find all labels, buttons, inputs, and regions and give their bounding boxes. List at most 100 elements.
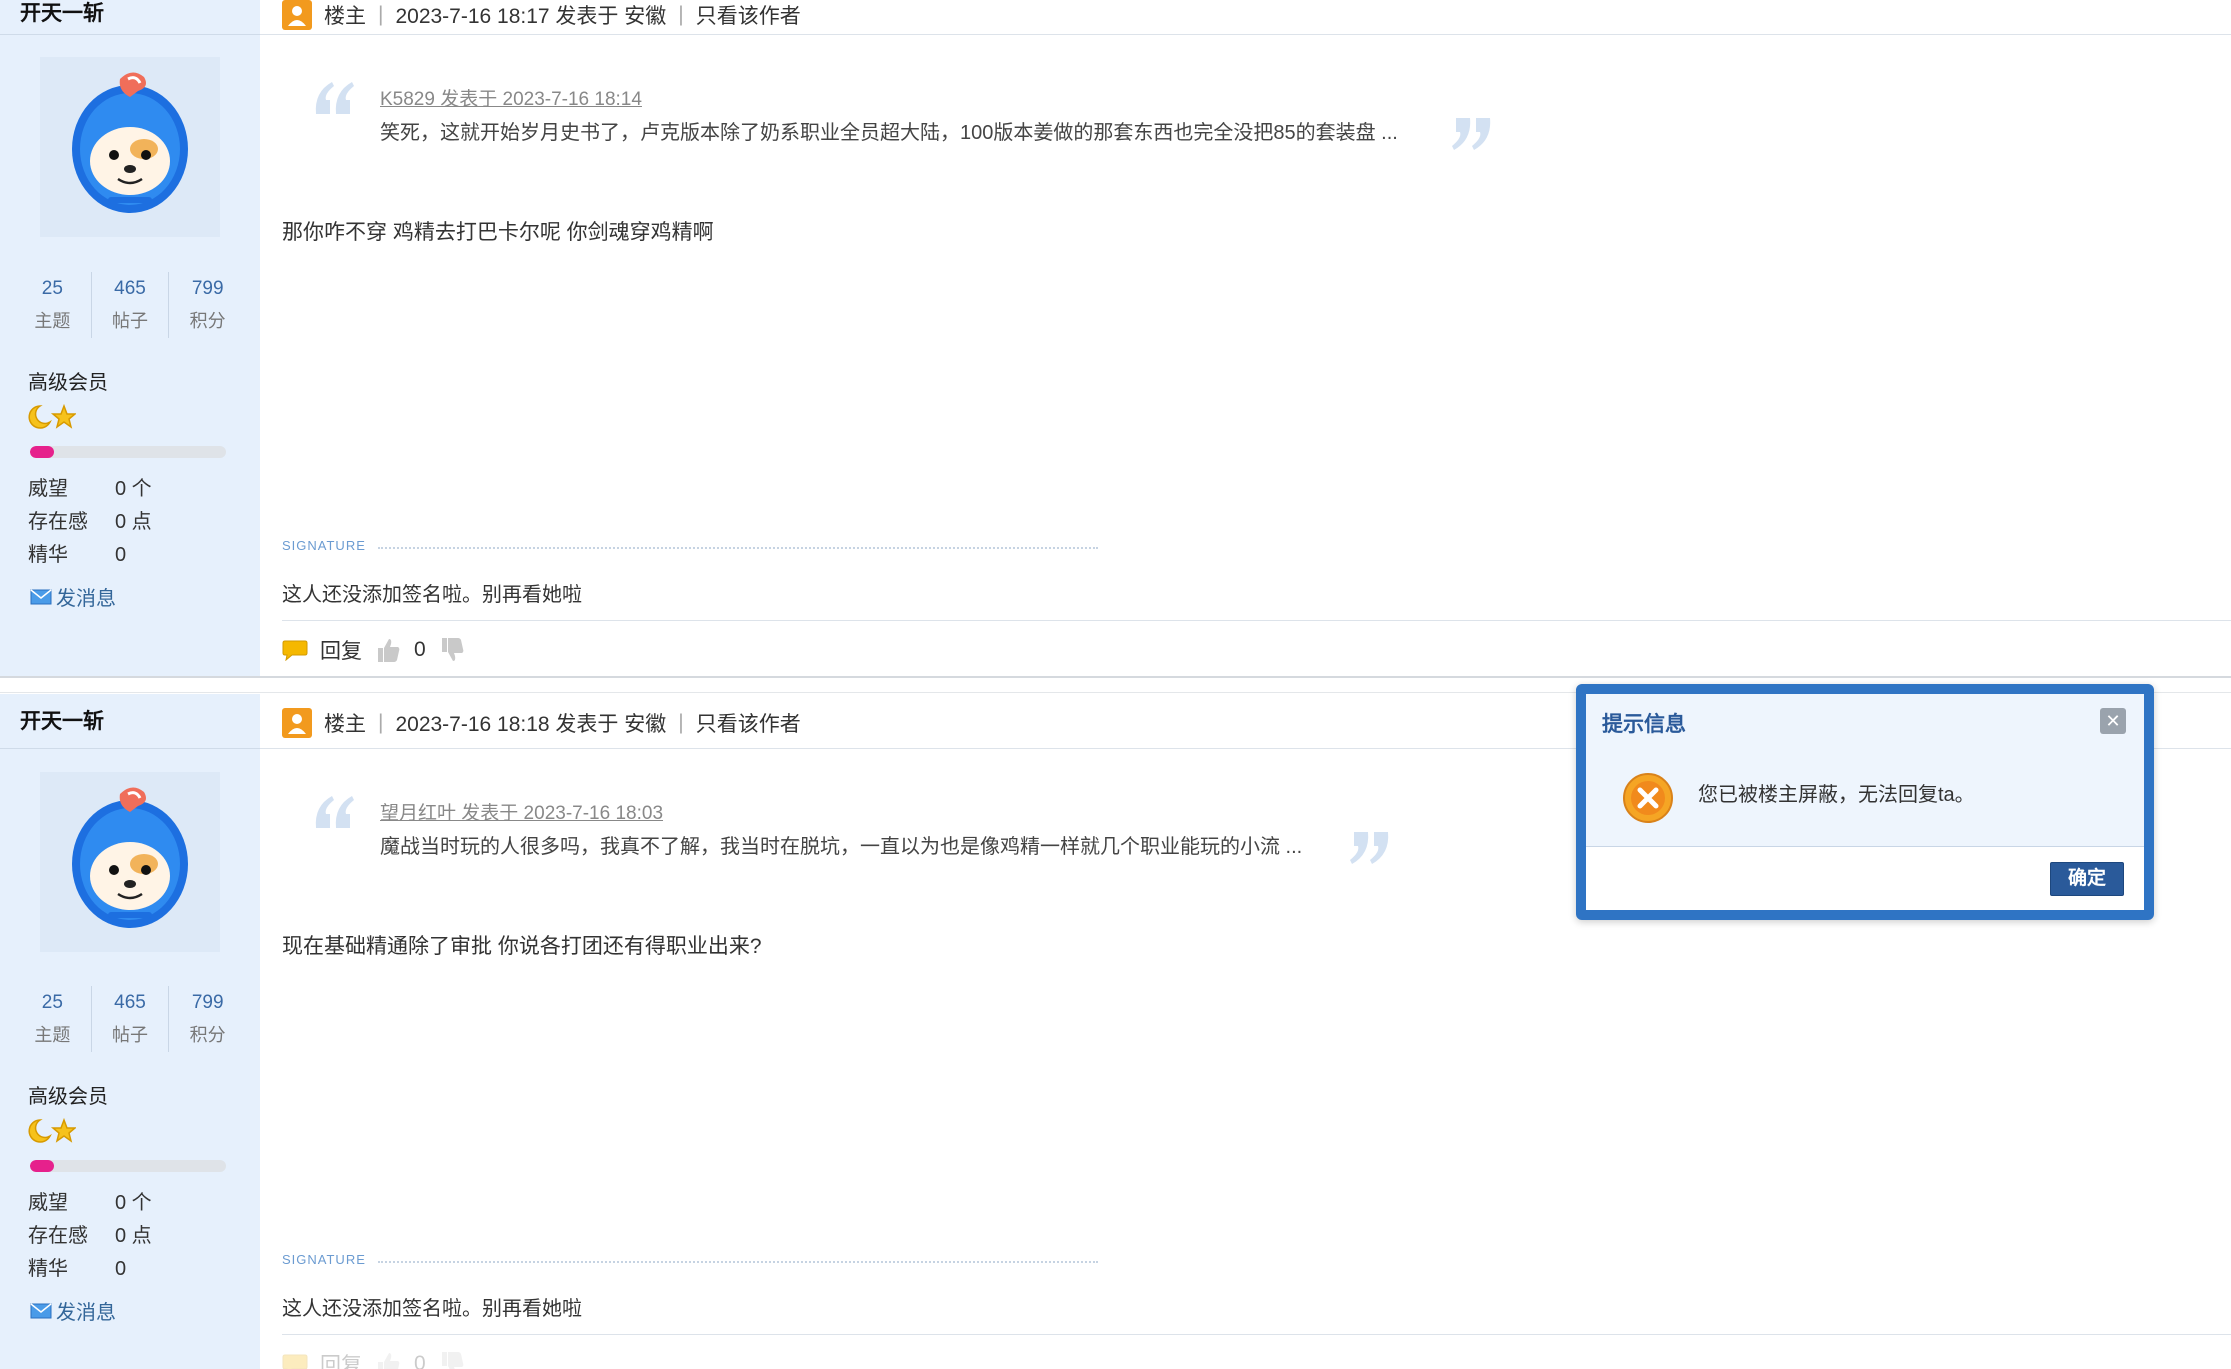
avatar[interactable]	[40, 57, 220, 237]
alert-dialog: 提示信息 ✕ 您已被楼主屏蔽，无法回复ta。 确定	[1576, 684, 2154, 920]
post-time: 2023-7-16 18:17 发表于 安徽	[395, 5, 667, 28]
post-actions: 回复 0	[282, 634, 478, 666]
quote-open-icon	[315, 796, 354, 828]
thumbs-down-icon[interactable]	[438, 1350, 466, 1369]
stat-posts[interactable]: 465 帖子	[92, 272, 170, 338]
author-stats: 25 主题 465 帖子 799 积分	[14, 272, 246, 338]
quote-meta-link[interactable]: K5829 发表于 2023-7-16 18:14	[380, 84, 642, 111]
stat-points[interactable]: 799 积分	[169, 986, 246, 1052]
quote-block: K5829 发表于 2023-7-16 18:14 笑死，这就开始岁月史书了，卢…	[312, 78, 1512, 158]
post-time: 2023-7-16 18:18 发表于 安徽	[395, 713, 667, 736]
post-content: 楼主 | 2023-7-16 18:17 发表于 安徽 | 只看该作者 K582…	[260, 0, 2231, 676]
dialog-close-button[interactable]: ✕	[2100, 708, 2126, 734]
author-stats: 25 主题 465 帖子 799 积分	[14, 986, 246, 1052]
only-author-link[interactable]: 只看该作者	[696, 708, 801, 738]
info-value: 0 个	[115, 1192, 152, 1214]
thumbs-down-icon[interactable]	[438, 636, 466, 664]
stat-threads[interactable]: 25 主题	[14, 272, 92, 338]
stat-value: 25	[41, 278, 63, 299]
info-key: 威望	[28, 478, 68, 500]
author-name[interactable]: 开天一斩	[20, 0, 104, 34]
info-presence: 存在感 0 点	[28, 505, 152, 534]
info-key: 存在感	[28, 511, 88, 533]
stat-label: 主题	[34, 1025, 71, 1045]
reply-button[interactable]: 回复	[320, 635, 362, 665]
dialog-footer: 确定	[1586, 846, 2144, 910]
stat-label: 帖子	[112, 311, 148, 331]
post-header: 楼主 | 2023-7-16 18:17 发表于 安徽 | 只看该作者	[282, 0, 801, 30]
info-value: 0	[115, 1258, 127, 1280]
stat-value: 25	[41, 992, 63, 1013]
info-value: 0 点	[115, 511, 152, 533]
info-key: 威望	[28, 1192, 68, 1214]
member-rank: 高级会员	[28, 1086, 108, 1108]
signature-divider	[378, 1261, 1098, 1263]
info-prestige: 威望 0 个	[28, 472, 152, 501]
info-value: 0	[115, 544, 127, 566]
stat-value: 465	[114, 992, 146, 1013]
send-message-link[interactable]: 发消息	[30, 582, 116, 611]
thread-owner-icon	[282, 0, 312, 30]
signature-divider	[378, 547, 1098, 549]
quote-close-icon	[1452, 118, 1491, 150]
author-sidebar: 开天一斩 25 主题 465 帖子 799 积分 高级会员 威望 0 个 存在感…	[0, 0, 260, 676]
dialog-message: 您已被楼主屏蔽，无法回复ta。	[1698, 784, 1975, 806]
info-value: 0 个	[115, 478, 152, 500]
thumbs-up-icon[interactable]	[374, 636, 402, 664]
only-author-link[interactable]: 只看该作者	[696, 0, 801, 30]
stat-points[interactable]: 799 积分	[169, 272, 246, 338]
envelope-icon	[30, 1302, 52, 1318]
stat-label: 积分	[189, 311, 226, 331]
quote-close-icon	[1350, 832, 1389, 864]
sidebar-divider	[0, 748, 260, 749]
info-key: 精华	[28, 544, 68, 566]
header-separator: |	[678, 3, 684, 26]
info-key: 存在感	[28, 1225, 88, 1247]
thread-owner-icon	[282, 708, 312, 738]
send-message-label: 发消息	[56, 588, 116, 610]
dialog-ok-button[interactable]: 确定	[2050, 862, 2124, 896]
post-body: 那你咋不穿 鸡精去打巴卡尔呢 你剑魂穿鸡精啊	[282, 221, 714, 244]
info-value: 0 点	[115, 1225, 152, 1247]
header-separator: |	[378, 3, 384, 26]
signature-text: 这人还没添加签名啦。别再看她啦	[282, 1298, 582, 1320]
error-icon	[1623, 773, 1673, 823]
quote-text: 魔战当时玩的人很多吗，我真不了解，我当时在脱坑，一直以为也是像鸡精一样就几个职业…	[380, 836, 1303, 858]
stat-value: 799	[191, 992, 224, 1013]
like-count: 0	[414, 1352, 426, 1369]
footer-divider	[282, 620, 2231, 621]
avatar[interactable]	[40, 772, 220, 952]
info-presence: 存在感 0 点	[28, 1219, 152, 1248]
avatar-mascot-icon	[72, 72, 188, 213]
post-actions: 回复 0	[282, 1348, 478, 1369]
avatar-mascot-icon	[72, 787, 188, 928]
member-rank: 高级会员	[28, 372, 108, 394]
rank-moon-star-icon	[28, 1117, 76, 1143]
reply-bubble-icon[interactable]	[282, 639, 308, 661]
post-separator	[0, 676, 2231, 678]
stat-threads[interactable]: 25 主题	[14, 986, 92, 1052]
send-message-link[interactable]: 发消息	[30, 1296, 116, 1325]
quote-block: 望月红叶 发表于 2023-7-16 18:03 魔战当时玩的人很多吗，我真不了…	[312, 792, 1512, 872]
reply-bubble-icon[interactable]	[282, 1353, 308, 1369]
dialog-title: 提示信息	[1602, 713, 1686, 736]
author-name[interactable]: 开天一斩	[20, 708, 104, 742]
header-divider	[260, 34, 2231, 35]
stat-label: 主题	[34, 311, 71, 331]
stat-posts[interactable]: 465 帖子	[92, 986, 170, 1052]
quote-open-icon	[315, 82, 354, 114]
sidebar-divider	[0, 34, 260, 35]
header-separator: |	[678, 711, 684, 734]
author-sidebar: 开天一斩 25 主题 465 帖子 799 积分 高级会员 威望 0 个 存在感…	[0, 694, 260, 1369]
quote-meta-link[interactable]: 望月红叶 发表于 2023-7-16 18:03	[380, 798, 663, 825]
like-count: 0	[414, 638, 426, 661]
rank-moon-star-icon	[28, 403, 76, 429]
rank-progress-fill	[30, 446, 54, 458]
rank-progress-fill	[30, 1160, 54, 1172]
reply-button[interactable]: 回复	[320, 1349, 362, 1369]
post-body: 现在基础精通除了审批 你说各打团还有得职业出来?	[282, 935, 762, 958]
thumbs-up-icon[interactable]	[374, 1350, 402, 1369]
rank-progress-bar	[30, 1160, 226, 1172]
signature-label: SIGNATURE	[282, 538, 366, 553]
envelope-icon	[30, 588, 52, 604]
